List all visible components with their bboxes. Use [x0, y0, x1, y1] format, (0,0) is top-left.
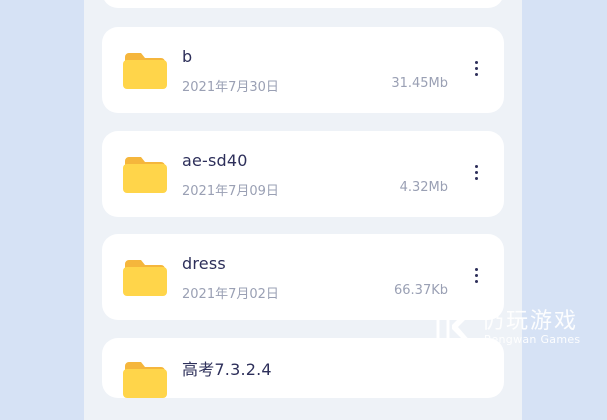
folder-icon [123, 53, 167, 89]
file-name: ae-sd40 [182, 151, 248, 170]
file-item[interactable]: ae-sd40 2021年7月09日 4.32Mb [102, 131, 504, 217]
file-name: 高考7.3.2.4 [182, 360, 272, 379]
watermark-title: 仍玩游戏 [482, 309, 579, 334]
file-date: 2021年7月02日 [182, 287, 279, 302]
file-name: dress [182, 254, 226, 273]
file-size: 4.32Mb [399, 180, 448, 195]
folder-icon [123, 362, 167, 398]
rengwan-logo-icon [432, 305, 474, 345]
file-item[interactable]: b 2021年7月30日 31.45Mb [102, 27, 504, 113]
file-size: 31.45Mb [391, 76, 448, 91]
more-vertical-icon[interactable] [470, 61, 482, 81]
file-size: 66.37Kb [394, 283, 448, 298]
more-vertical-icon[interactable] [470, 165, 482, 185]
more-vertical-icon[interactable] [470, 268, 482, 288]
watermark-subtitle: Rengwan Games [484, 333, 581, 346]
file-item-partial-top[interactable] [102, 0, 504, 8]
folder-icon [123, 157, 167, 193]
file-name: b [182, 47, 193, 66]
file-date: 2021年7月09日 [182, 184, 279, 199]
folder-icon [123, 260, 167, 296]
watermark: 仍玩游戏 Rengwan Games [430, 303, 605, 353]
file-date: 2021年7月30日 [182, 80, 279, 95]
